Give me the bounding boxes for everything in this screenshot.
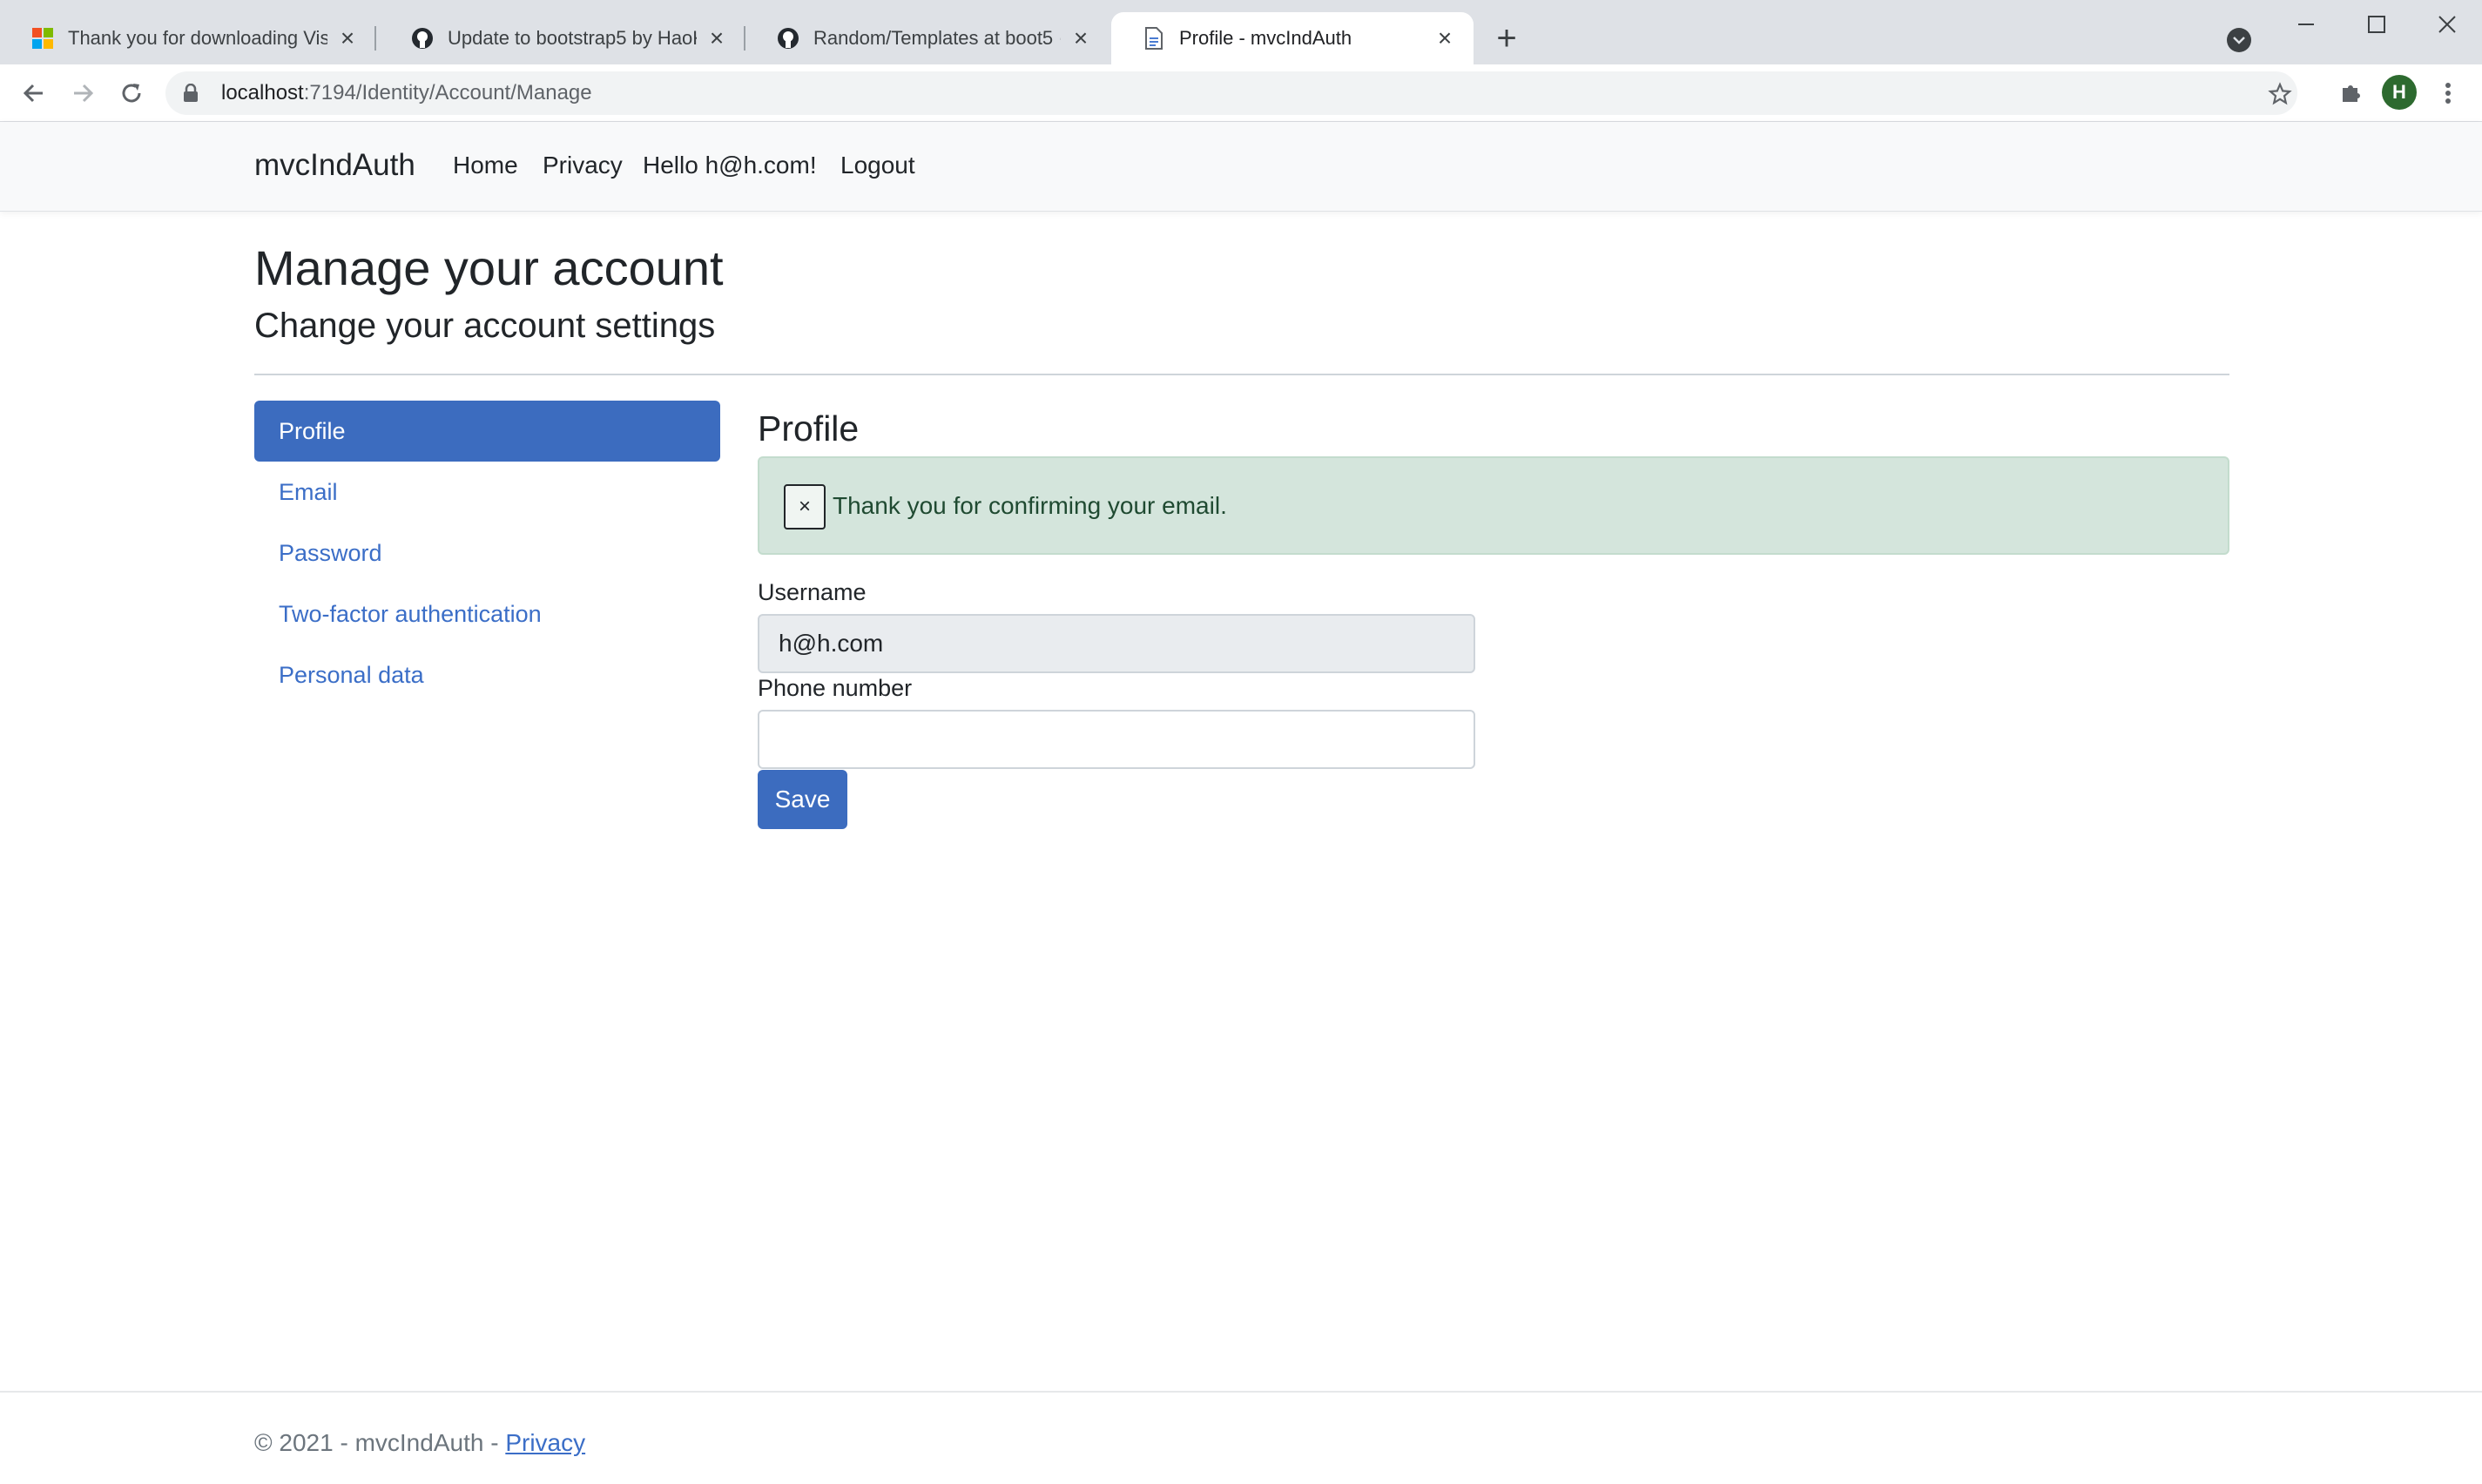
account-sidenav: Profile Email Password Two-factor authen… bbox=[254, 401, 720, 705]
close-tab-icon[interactable]: × bbox=[336, 24, 359, 51]
tab-title: Profile - mvcIndAuth bbox=[1179, 27, 1352, 49]
github-icon bbox=[409, 25, 435, 51]
page-subtitle: Change your account settings bbox=[254, 307, 716, 345]
sidenav-item-password[interactable]: Password bbox=[254, 523, 720, 583]
back-arrow-icon[interactable] bbox=[17, 77, 51, 110]
close-tab-icon[interactable]: × bbox=[1433, 24, 1456, 51]
browser-tab-1[interactable]: Thank you for downloading Visual Studio … bbox=[0, 12, 376, 64]
browser-tab-3[interactable]: Random/Templates at boot5 · HaoK/Random … bbox=[745, 12, 1109, 64]
lock-icon bbox=[183, 84, 209, 103]
browser-menu-kebab-icon[interactable] bbox=[2431, 77, 2465, 110]
section-heading: Profile bbox=[758, 408, 860, 449]
extensions-puzzle-icon[interactable] bbox=[2334, 77, 2367, 110]
reload-icon[interactable] bbox=[115, 77, 148, 110]
tab-title: Update to bootstrap5 by HaoK · Pull Requ… bbox=[448, 27, 697, 49]
address-bar[interactable]: localhost:7194/Identity/Account/Manage bbox=[165, 71, 2297, 115]
username-input[interactable] bbox=[758, 614, 1475, 673]
page-title: Manage your account bbox=[254, 240, 724, 295]
tab-title: Random/Templates at boot5 · HaoK/Random bbox=[813, 27, 1061, 49]
close-tab-icon[interactable]: × bbox=[1069, 24, 1092, 51]
sidenav-item-email[interactable]: Email bbox=[254, 462, 720, 523]
nav-link-manage-account[interactable]: Hello h@h.com! bbox=[643, 152, 817, 179]
site-navbar: mvcIndAuth Home Privacy Hello h@h.com! L… bbox=[0, 122, 2482, 212]
browser-toolbar: localhost:7194/Identity/Account/Manage H bbox=[0, 64, 2482, 122]
username-label: Username bbox=[758, 579, 867, 605]
new-tab-plus-icon[interactable]: + bbox=[1489, 21, 1524, 56]
url-path: :7194/Identity/Account/Manage bbox=[303, 81, 592, 105]
footer-text: © 2021 - mvcIndAuth - Privacy bbox=[254, 1429, 585, 1457]
divider bbox=[254, 374, 2229, 375]
profile-content: Profile × Thank you for confirming your … bbox=[758, 401, 2229, 829]
sidenav-item-profile[interactable]: Profile bbox=[254, 401, 720, 462]
site-footer: © 2021 - mvcIndAuth - Privacy bbox=[0, 1391, 2482, 1484]
alert-close-button[interactable]: × bbox=[784, 484, 826, 530]
browser-tab-4-active[interactable]: Profile - mvcIndAuth × bbox=[1111, 12, 1474, 64]
microsoft-logo-icon bbox=[30, 25, 56, 51]
tab-title: Thank you for downloading Visual Studio bbox=[68, 27, 327, 49]
alert-message: Thank you for confirming your email. bbox=[833, 492, 1227, 519]
github-icon bbox=[775, 25, 801, 51]
sidenav-item-two-factor[interactable]: Two-factor authentication bbox=[254, 583, 720, 644]
footer-privacy-link[interactable]: Privacy bbox=[505, 1429, 585, 1456]
sidenav-item-personal-data[interactable]: Personal data bbox=[254, 644, 720, 705]
bookmark-star-icon[interactable] bbox=[2264, 78, 2296, 110]
maximize-window-icon[interactable] bbox=[2342, 5, 2411, 44]
forward-arrow-icon[interactable] bbox=[66, 77, 99, 110]
nav-link-home[interactable]: Home bbox=[453, 152, 518, 179]
phone-number-input[interactable] bbox=[758, 710, 1475, 769]
browser-tabstrip: Thank you for downloading Visual Studio … bbox=[0, 0, 2482, 64]
minimize-window-icon[interactable] bbox=[2271, 5, 2341, 44]
footer-copyright: © 2021 - mvcIndAuth - bbox=[254, 1429, 506, 1456]
nav-link-privacy[interactable]: Privacy bbox=[543, 152, 623, 179]
page-icon bbox=[1141, 25, 1167, 51]
nav-link-logout[interactable]: Logout bbox=[840, 152, 915, 179]
navbar-brand[interactable]: mvcIndAuth bbox=[254, 148, 415, 183]
save-button[interactable]: Save bbox=[758, 770, 847, 829]
url-host: localhost bbox=[221, 81, 304, 105]
success-alert: × Thank you for confirming your email. bbox=[758, 456, 2229, 555]
close-tab-icon[interactable]: × bbox=[705, 24, 728, 51]
page-viewport: mvcIndAuth Home Privacy Hello h@h.com! L… bbox=[0, 122, 2482, 1484]
tab-search-chevron-icon[interactable] bbox=[2227, 28, 2251, 52]
close-window-icon[interactable] bbox=[2412, 5, 2482, 44]
phone-number-label: Phone number bbox=[758, 675, 913, 701]
browser-tab-2[interactable]: Update to bootstrap5 by HaoK · Pull Requ… bbox=[380, 12, 745, 64]
profile-avatar[interactable]: H bbox=[2382, 75, 2417, 110]
